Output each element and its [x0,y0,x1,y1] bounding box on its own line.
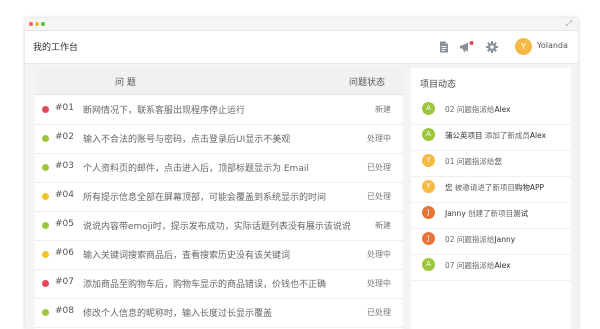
issue-title[interactable]: 输入不合法的账号与密码，点击登录后UI显示不美观 [83,132,290,145]
activity-avatar: A [422,128,435,141]
table-row[interactable]: #03 个人资料页的邮件，点击进入后，顶部标题显示为 Email 已处理 [35,153,403,183]
megaphone-icon[interactable] [459,39,474,53]
activity-action: 添加了新成员 [482,131,530,140]
expand-icon[interactable]: ⤢ [566,19,572,29]
title-bar: ⤢ [25,18,578,31]
activity-action: 02 问题指派给 [445,235,495,244]
issue-number: #01 [55,103,74,113]
status-dot [42,309,49,316]
activity-text: 01 问题指派给您 [445,156,502,167]
table-row[interactable]: #05 说说内容带emoji时，提示发布成功，实际话题列表没有展示该说说 新建 [35,211,403,241]
user-avatar[interactable]: Y [515,38,532,55]
status-dot [42,280,49,287]
issue-title[interactable]: 个人资料页的邮件，点击进入后，顶部标题显示为 Email [83,161,309,174]
issue-status: 已处理 [367,192,391,201]
status-dot [42,135,49,142]
issue-title[interactable]: 输入关键词搜索商品后，查看搜索历史没有该关键词 [83,248,290,261]
column-header-status[interactable]: 问题状态 [349,75,385,88]
activity-text: 02 问题指派给Janny [445,234,515,245]
issue-number: #05 [55,219,74,229]
activity-avatar: Y [422,180,435,193]
issue-title[interactable]: 添加商品至购物车后，购物车显示的商品错误，价钱也不正确 [83,277,326,290]
activity-item[interactable]: A 02 问题指派给Alex [411,98,571,125]
activity-avatar: A [422,102,435,115]
activity-avatar: J [422,206,435,219]
activity-actor: 您 [445,183,453,192]
close-window-dot[interactable] [29,22,33,26]
issue-number: #08 [55,306,74,316]
issue-status: 新建 [375,221,391,230]
page-title: 我的工作台 [33,43,79,53]
minimize-window-dot[interactable] [35,22,39,26]
issue-title[interactable]: 修改个人信息的昵称时，输入长度过长显示覆盖 [83,306,272,319]
issue-status: 处理中 [367,250,391,259]
status-dot [42,222,49,229]
table-row[interactable]: #02 输入不合法的账号与密码，点击登录后UI显示不美观 处理中 [35,124,403,154]
activity-target: 购物APP [514,183,545,192]
status-dot [42,164,49,171]
activity-text: Janny 创建了新项目测试 [445,208,528,219]
activity-target: 测试 [513,209,529,218]
activity-panel-title: 项目动态 [420,80,457,90]
user-name[interactable]: Yolanda [537,41,568,50]
activity-target: 您 [494,157,502,166]
activity-target: Janny [494,235,516,244]
column-header-issue[interactable]: 问 题 [115,75,136,88]
activity-target: Alex [494,261,511,270]
activity-action: 被邀请进了新项目 [452,183,515,192]
issue-status: 已处理 [367,163,391,172]
table-row[interactable]: #08 修改个人信息的昵称时，输入长度过长显示覆盖 已处理 [35,298,403,328]
activity-text: 07 问题指派给Alex [445,260,511,271]
activity-action: 07 问题指派给 [445,261,495,270]
notification-badge-dot [469,41,474,45]
activity-item[interactable]: A 07 问题指派给Alex [411,254,571,281]
activity-avatar: J [422,232,435,245]
table-row[interactable]: #04 所有提示信息全部在屏幕顶部，可能会覆盖到系统显示的时间 已处理 [35,182,403,212]
status-dot [42,106,49,113]
issue-status: 处理中 [367,134,391,143]
activity-target: Alex [529,131,547,140]
issue-title[interactable]: 说说内容带emoji时，提示发布成功，实际话题列表没有展示该说说 [83,219,351,232]
table-row[interactable]: #07 添加商品至购物车后，购物车显示的商品错误，价钱也不正确 处理中 [35,269,403,299]
activity-action: 01 问题指派给 [445,157,495,166]
app-window: ⤢ 我的工作台 Y Yolanda 问 题 问题状态 #01 断网情况下，联系客… [25,18,578,329]
issue-number: #07 [55,277,74,287]
issue-status: 新建 [375,105,391,114]
issue-table: 问 题 问题状态 #01 断网情况下，联系客服出现程序停止运行 新建 #02 输入不合法… [35,68,403,329]
table-row[interactable]: #01 断网情况下，联系客服出现程序停止运行 新建 [35,95,403,125]
activity-avatar: A [422,258,435,271]
maximize-window-dot[interactable] [41,22,45,26]
issue-number: #06 [55,248,74,258]
activity-target: Alex [494,105,511,114]
activity-avatar: Y [422,154,435,167]
activity-actor: Janny [445,209,466,218]
issue-status: 已处理 [367,308,391,317]
activity-item[interactable]: J 02 问题指派给Janny [411,228,571,255]
activity-action: 02 问题指派给 [445,105,495,114]
activity-item[interactable]: Y 您 被邀请进了新项目购物APP [411,176,571,203]
issue-status: 处理中 [367,279,391,288]
table-row[interactable]: #06 输入关键词搜索商品后，查看搜索历史没有该关键词 处理中 [35,240,403,270]
issue-title[interactable]: 断网情况下，联系客服出现程序停止运行 [83,103,245,116]
issue-number: #04 [55,190,74,200]
issue-number: #02 [55,132,74,142]
activity-text: 您 被邀请进了新项目购物APP [445,182,544,193]
status-dot [42,193,49,200]
status-dot [42,251,49,258]
activity-action: 创建了新项目 [465,209,514,218]
gear-icon[interactable] [485,39,499,53]
activity-item[interactable]: A 蒲公英项目 添加了新成员Alex [411,124,571,151]
activity-text: 02 问题指派给Alex [445,104,511,115]
activity-text: 蒲公英项目 添加了新成员Alex [445,130,546,141]
activity-item[interactable]: Y 01 问题指派给您 [411,150,571,177]
document-icon[interactable] [437,39,451,53]
activity-item[interactable]: J Janny 创建了新项目测试 [411,202,571,229]
activity-panel: 项目动态 A 02 问题指派给Alex A 蒲公英项目 添加了新成员Alex Y 01 问… [411,68,571,329]
activity-actor: 蒲公英项目 [445,131,483,140]
issue-number: #03 [55,161,74,171]
header: 我的工作台 Y Yolanda [25,31,578,64]
issue-title[interactable]: 所有提示信息全部在屏幕顶部，可能会覆盖到系统显示的时间 [83,190,326,203]
issue-table-header: 问 题 问题状态 [35,68,403,95]
